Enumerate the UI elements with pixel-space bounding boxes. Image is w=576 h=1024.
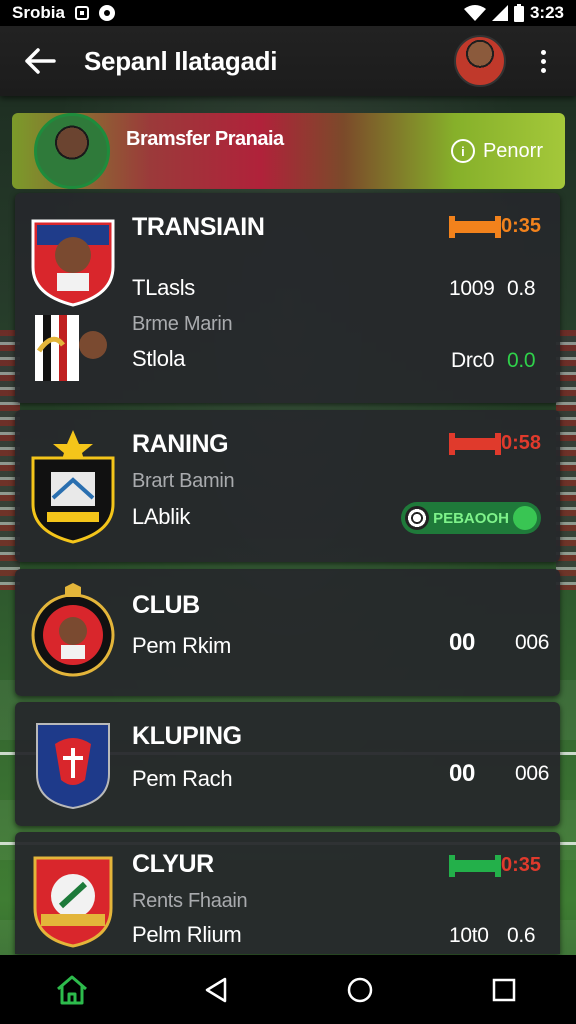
club-card-raning[interactable]: RANING 0:58 Brart Bamin LAblik PEBAOOH bbox=[15, 410, 560, 562]
nav-recents-button[interactable] bbox=[469, 960, 539, 1020]
banner-player-avatar bbox=[34, 113, 110, 189]
club-crest-icon bbox=[31, 219, 115, 307]
record-icon bbox=[98, 5, 115, 21]
nav-back-button[interactable] bbox=[181, 960, 251, 1020]
club-crest-icon bbox=[31, 583, 115, 677]
player-subtitle: Rents Fhaain bbox=[132, 890, 248, 912]
stat-value: 006 bbox=[515, 631, 550, 654]
club-name: KLUPING bbox=[132, 722, 242, 750]
club-name: RANING bbox=[132, 430, 229, 458]
club-crest-icon bbox=[35, 315, 107, 381]
stat-value: 006 bbox=[515, 762, 550, 785]
carrier-label: Srobia bbox=[12, 3, 65, 22]
square-recents-icon bbox=[492, 978, 516, 1001]
club-card-transiain[interactable]: TRANSIAIN 0:35 TLasls 1009 0.8 Brme Mari… bbox=[15, 193, 560, 403]
stat-value: 10t0 bbox=[449, 924, 489, 947]
clock: 3:23 bbox=[529, 3, 564, 22]
club-card-club[interactable]: CLUB Pem Rkim 00 006 bbox=[15, 569, 560, 696]
status-pill[interactable]: PEBAOOH bbox=[401, 502, 541, 534]
back-arrow-icon bbox=[25, 48, 56, 74]
rating-value: 0:35 bbox=[501, 854, 542, 876]
app-bar: Sepanl Ilatagadi bbox=[0, 26, 576, 96]
stat-value: 00 bbox=[449, 629, 476, 656]
home-button[interactable] bbox=[37, 960, 107, 1020]
stat-value: 1009 bbox=[449, 277, 495, 300]
player-name: Pem Rach bbox=[132, 766, 233, 791]
player-name: Pelm Rlium bbox=[132, 922, 242, 947]
rating-badge: 0:35 bbox=[449, 215, 542, 238]
stat-value: 0.0 bbox=[507, 349, 536, 372]
signal-icon bbox=[491, 5, 508, 21]
more-vert-icon bbox=[540, 49, 546, 55]
player-subtitle: Brart Bamin bbox=[132, 470, 235, 492]
transfer-banner[interactable]: Bramsfer Pranaia i Penorr bbox=[12, 113, 565, 189]
rating-value: 0:58 bbox=[501, 432, 542, 454]
banner-title: Bramsfer Pranaia bbox=[126, 127, 284, 150]
wifi-icon bbox=[463, 5, 486, 21]
banner-action-label: Penorr bbox=[482, 139, 543, 162]
stat-value: 0.8 bbox=[507, 277, 536, 300]
rating-bar-icon bbox=[449, 432, 501, 455]
back-button[interactable] bbox=[10, 31, 70, 91]
circle-home-icon bbox=[347, 977, 373, 1002]
club-card-kluping[interactable]: KLUPING Pem Rach 00 006 bbox=[15, 702, 560, 826]
club-name: CLYUR bbox=[132, 850, 214, 878]
club-name: TRANSIAIN bbox=[132, 213, 265, 241]
stat-value: 00 bbox=[449, 760, 476, 787]
status-dot-icon bbox=[513, 506, 537, 530]
stat-value: 0.6 bbox=[507, 924, 536, 947]
banner-action-button[interactable]: i Penorr bbox=[450, 139, 543, 163]
player-name: Pem Rkim bbox=[132, 633, 232, 658]
player-subtitle: Brme Marin bbox=[132, 313, 233, 335]
notification-icon bbox=[74, 6, 89, 20]
triangle-back-icon bbox=[205, 977, 227, 1002]
stat-value: Drc0 bbox=[451, 349, 495, 372]
rating-badge: 0:35 bbox=[449, 854, 542, 877]
club-crest-icon bbox=[31, 430, 115, 544]
more-options-button[interactable] bbox=[526, 36, 560, 86]
rating-badge: 0:58 bbox=[449, 432, 542, 455]
rating-value: 0:35 bbox=[501, 215, 542, 237]
status-pill-label: PEBAOOH bbox=[433, 509, 509, 527]
bottom-navigation bbox=[0, 955, 576, 1024]
status-bar: Srobia 3:23 bbox=[0, 0, 576, 26]
club-name: CLUB bbox=[132, 591, 200, 619]
player-name: TLasls bbox=[132, 275, 195, 300]
home-icon bbox=[57, 975, 87, 1004]
page-title: Sepanl Ilatagadi bbox=[84, 45, 278, 76]
battery-icon bbox=[513, 4, 524, 22]
football-icon bbox=[405, 506, 429, 530]
user-avatar[interactable] bbox=[454, 35, 506, 87]
club-crest-icon bbox=[33, 856, 113, 948]
rating-bar-icon bbox=[449, 854, 501, 877]
rating-bar-icon bbox=[449, 215, 501, 238]
nav-home-button[interactable] bbox=[325, 960, 395, 1020]
info-circle-icon: i bbox=[450, 139, 475, 163]
player-name: LAblik bbox=[132, 504, 191, 529]
player-name: Stlola bbox=[132, 346, 186, 371]
club-card-clyur[interactable]: CLYUR 0:35 Rents Fhaain Pelm Rlium 10t0 … bbox=[15, 832, 560, 954]
club-crest-icon bbox=[36, 723, 110, 810]
